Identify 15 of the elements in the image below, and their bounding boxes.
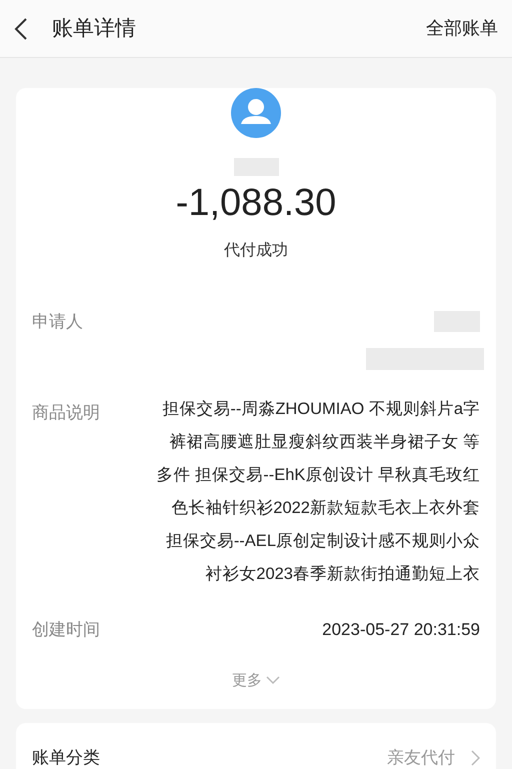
field-label: 创建时间: [32, 619, 100, 641]
field-label: 申请人: [32, 311, 83, 333]
field-value: 2023-05-27 20:31:59: [322, 619, 480, 641]
category-label: 账单分类: [32, 746, 100, 769]
payment-status: 代付成功: [224, 242, 288, 259]
product-description: 担保交易--周淼ZHOUMIAO 不规则斜片a字 裤裙高腰遮肚显瘦斜纹西装半身裙子女 等 多件 担保交易--EhK原创设计 早秋真毛玫红 色长袖针织衫2022新款短款毛衣上衣外套 担保交易--AEL原创定制设计感不规则小众 衬衫女2023春季新款街拍通勤短上衣: [156, 399, 480, 585]
chevron-down-icon[interactable]: [266, 676, 280, 686]
amount: -1,088.30: [176, 182, 336, 224]
chevron-right-icon[interactable]: [471, 750, 480, 766]
back-icon[interactable]: [14, 18, 28, 40]
more-button[interactable]: 更多: [232, 670, 280, 692]
category-value[interactable]: 亲友代付: [387, 744, 455, 769]
field-label: 商品说明: [32, 402, 100, 424]
page-title: 账单详情: [52, 16, 136, 42]
all-bills-link[interactable]: 全部账单: [426, 15, 498, 42]
